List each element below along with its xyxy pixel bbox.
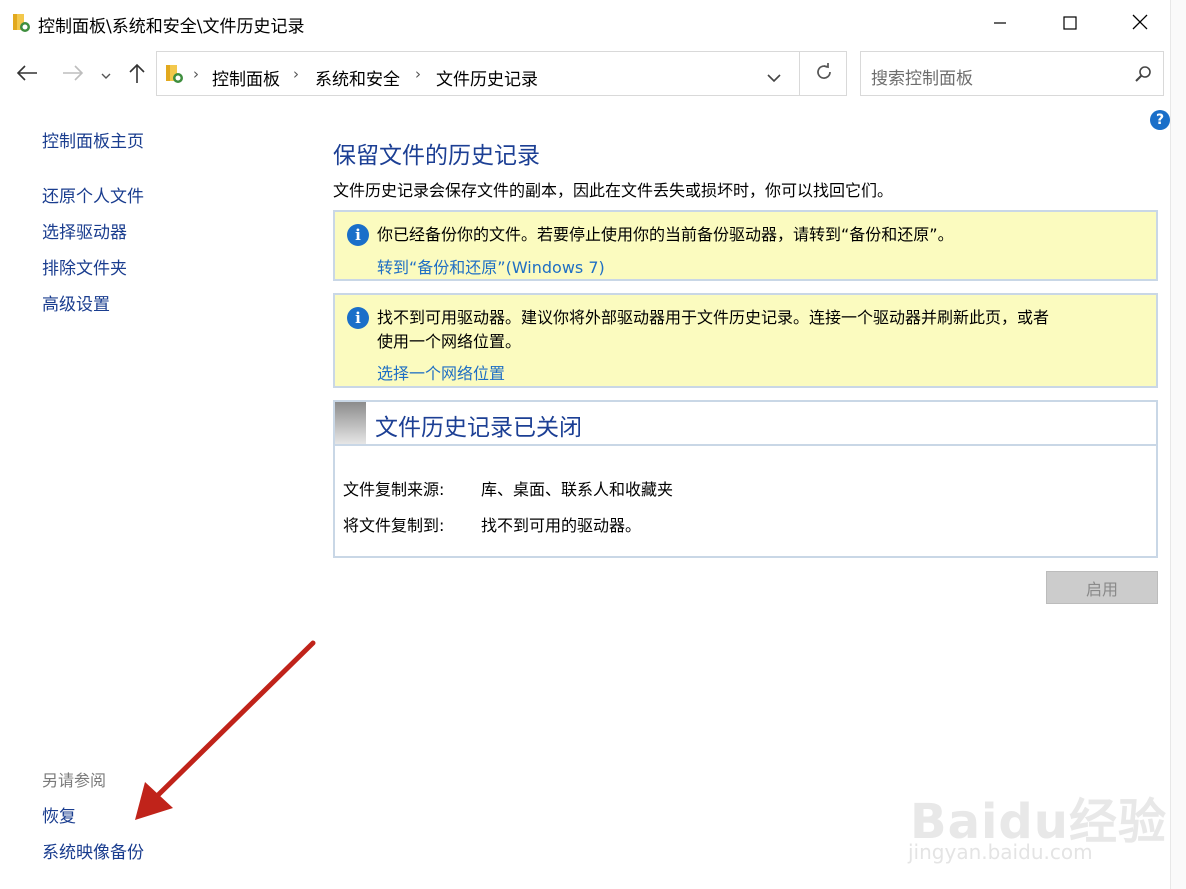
- see-also-header: 另请参阅: [42, 771, 107, 790]
- see-also-system-image-backup-link[interactable]: 系统映像备份: [42, 838, 144, 863]
- no-drive-notice-line2: 使用一个网络位置。: [377, 332, 522, 351]
- breadcrumb-control-panel[interactable]: 控制面板: [212, 65, 280, 90]
- status-header: 文件历史记录已关闭: [335, 402, 1156, 446]
- status-title: 文件历史记录已关闭: [375, 415, 582, 441]
- status-indicator: [335, 402, 366, 444]
- maximize-icon: [1063, 15, 1077, 34]
- refresh-button[interactable]: [799, 51, 848, 96]
- sidebar-home-link[interactable]: 控制面板主页: [42, 127, 144, 152]
- arrow-left-icon: [16, 64, 38, 86]
- sidebar-item-advanced-settings[interactable]: 高级设置: [42, 290, 110, 315]
- no-drive-notice-line1: 找不到可用驱动器。建议你将外部驱动器用于文件历史记录。连接一个驱动器并刷新此页，…: [377, 308, 1050, 327]
- chevron-down-icon: [766, 69, 782, 88]
- search-icon[interactable]: [1133, 64, 1153, 88]
- status-panel: 文件历史记录已关闭 文件复制来源: 库、桌面、联系人和收藏夹 将文件复制到: 找…: [333, 400, 1158, 558]
- arrow-up-icon: [128, 62, 146, 88]
- backup-notice-box: i 你已经备份你的文件。若要停止使用你的当前备份驱动器，请转到“备份和还原”。 …: [333, 210, 1158, 281]
- no-drive-notice-box: i 找不到可用驱动器。建议你将外部驱动器用于文件历史记录。连接一个驱动器并刷新此…: [333, 293, 1158, 388]
- address-dropdown-button[interactable]: [766, 69, 782, 88]
- close-button[interactable]: [1105, 0, 1175, 48]
- search-placeholder: 搜索控制面板: [871, 69, 973, 89]
- close-icon: [1132, 14, 1148, 34]
- breadcrumb-system-security[interactable]: 系统和安全: [315, 65, 400, 90]
- copy-source-label: 文件复制来源:: [343, 480, 445, 499]
- info-icon: i: [347, 224, 369, 246]
- chevron-down-icon: [100, 66, 112, 85]
- page-description: 文件历史记录会保存文件的副本，因此在文件丢失或损坏时，你可以找回它们。: [333, 181, 894, 200]
- backup-notice-text: 你已经备份你的文件。若要停止使用你的当前备份驱动器，请转到“备份和还原”。: [377, 225, 954, 244]
- up-button[interactable]: [124, 62, 150, 88]
- copy-destination-label: 将文件复制到:: [343, 516, 445, 535]
- control-panel-folder-icon: [165, 63, 185, 89]
- copy-source-value: 库、桌面、联系人和收藏夹: [481, 480, 674, 499]
- sidebar-item-restore-files[interactable]: 还原个人文件: [42, 182, 144, 207]
- window-title: 控制面板\系统和安全\文件历史记录: [38, 17, 305, 37]
- arrow-right-icon: [62, 64, 84, 86]
- maximize-button[interactable]: [1035, 0, 1105, 48]
- control-panel-folder-icon: [12, 12, 32, 34]
- copy-destination-value: 找不到可用的驱动器。: [481, 516, 642, 535]
- back-button[interactable]: [14, 62, 40, 88]
- help-icon[interactable]: ?: [1150, 110, 1170, 130]
- forward-button[interactable]: [60, 62, 86, 88]
- minimize-icon: [993, 15, 1007, 34]
- refresh-icon: [814, 62, 834, 86]
- backup-restore-link[interactable]: 转到“备份和还原”(Windows 7): [377, 254, 605, 278]
- annotation-arrow: [135, 640, 316, 820]
- minimize-button[interactable]: [965, 0, 1035, 48]
- sidebar-item-exclude-folders[interactable]: 排除文件夹: [42, 254, 127, 279]
- sidebar-item-select-drive[interactable]: 选择驱动器: [42, 218, 127, 243]
- info-icon: i: [347, 307, 369, 329]
- recent-locations-button[interactable]: [98, 62, 114, 88]
- address-bar[interactable]: › 控制面板 › 系统和安全 › 文件历史记录: [156, 51, 847, 96]
- breadcrumb-separator: ›: [193, 65, 199, 83]
- search-input[interactable]: 搜索控制面板: [860, 51, 1164, 96]
- breadcrumb-file-history[interactable]: 文件历史记录: [436, 65, 538, 90]
- select-network-location-link[interactable]: 选择一个网络位置: [377, 360, 505, 384]
- page-title: 保留文件的历史记录: [333, 143, 540, 169]
- baidu-watermark-url: jingyan.baidu.com: [908, 840, 1093, 864]
- see-also-recovery-link[interactable]: 恢复: [42, 802, 76, 827]
- breadcrumb-separator: ›: [415, 65, 421, 83]
- breadcrumb-separator: ›: [293, 65, 299, 83]
- background-window-edge: [1170, 0, 1186, 889]
- enable-button[interactable]: 启用: [1046, 571, 1158, 604]
